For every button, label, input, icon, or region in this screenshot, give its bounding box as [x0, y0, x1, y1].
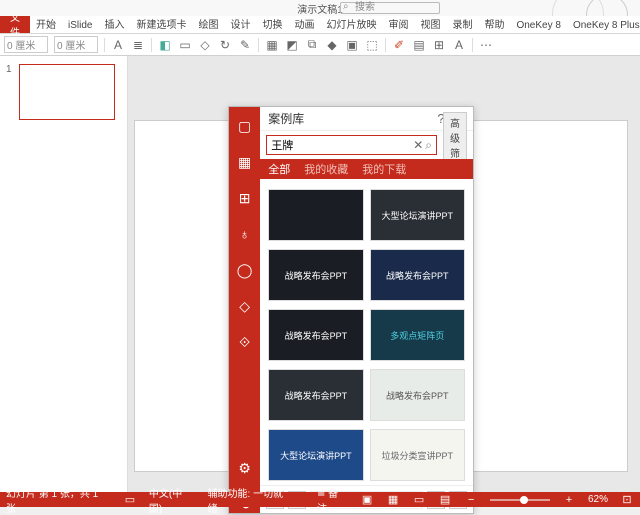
height-box[interactable]: 0 厘米 [4, 36, 48, 53]
accessibility-label[interactable]: 辅助功能: 一切就绪 [208, 485, 293, 515]
status-icon[interactable]: ▭ [123, 493, 137, 506]
slideshow-view-icon[interactable]: ▤ [438, 493, 452, 506]
separator [151, 38, 152, 52]
template-card[interactable]: 大型论坛演讲PPT [370, 189, 465, 241]
ribbon-tab[interactable]: 新建选项卡 [130, 14, 192, 33]
search-icon[interactable]: ⌕ [425, 138, 432, 153]
separator [472, 38, 473, 52]
rotate-icon[interactable]: ↻ [218, 38, 232, 52]
separator [104, 38, 105, 52]
titlebar-search[interactable]: 搜索 [340, 2, 440, 14]
width-box[interactable]: 0 厘米 [54, 36, 98, 53]
search-box[interactable]: ✕ ⌕ [266, 135, 437, 155]
zoom-slider[interactable] [490, 499, 550, 501]
document-title: 演示文稿1 [297, 1, 343, 16]
template-card[interactable]: 战略发布会PPT [268, 309, 363, 361]
template-card[interactable]: 战略发布会PPT [370, 249, 465, 301]
template-grid[interactable]: 大型论坛演讲PPT战略发布会PPT战略发布会PPT战略发布会PPT多观点矩阵页战… [260, 179, 473, 485]
search-input[interactable] [271, 139, 413, 151]
ribbon-tab[interactable]: 切换 [256, 14, 288, 33]
ribbon-tab[interactable]: 录制 [446, 14, 478, 33]
shape-outline-icon[interactable]: ◇ [198, 38, 212, 52]
titlebar-decoration [524, 0, 634, 16]
file-tab[interactable]: 文件 [0, 15, 30, 33]
settings-icon[interactable]: ⚙ [236, 459, 254, 477]
edit-icon[interactable]: ✎ [238, 38, 252, 52]
notes-button[interactable]: ≐ 备注 [317, 485, 348, 515]
bookmark-icon[interactable]: ▢ [236, 117, 254, 135]
ribbon-tab[interactable]: 开始 [30, 14, 62, 33]
hierarchy-icon[interactable]: ♁ [236, 225, 254, 243]
panel-header: 案例库 ? ✕ [260, 107, 473, 131]
tab-favorites[interactable]: 我的收藏 [304, 161, 348, 177]
ribbon-tab[interactable]: 设计 [224, 14, 256, 33]
tool-icon[interactable]: ⬚ [365, 38, 379, 52]
slide-thumbnails[interactable]: 1 [0, 56, 128, 492]
ribbon-tab[interactable]: iSlide [62, 18, 98, 33]
panel-sidebar: ▢ ▦ ⊞ ♁ ◯ ◇ ⟐ ⚙ ⟲ [229, 107, 260, 513]
ribbon-tab[interactable]: 帮助 [478, 14, 510, 33]
align-icon[interactable]: ▤ [412, 38, 426, 52]
ribbon-tab[interactable]: 审阅 [382, 14, 414, 33]
panel-main: 案例库 ? ✕ ✕ ⌕ 高级筛选 全部 我的收藏 我的下载 大型论坛演讲PPT战… [260, 107, 473, 513]
layout-icon[interactable]: ▦ [236, 153, 254, 171]
template-card[interactable] [268, 189, 363, 241]
ribbon-tab[interactable]: 动画 [288, 14, 320, 33]
tool-icon[interactable]: ▣ [345, 38, 359, 52]
template-card[interactable]: 战略发布会PPT [268, 249, 363, 301]
sorter-view-icon[interactable]: ▦ [386, 493, 400, 506]
shape-fill-icon[interactable]: ◧ [158, 38, 172, 52]
font-color-icon[interactable]: A [111, 38, 125, 52]
ribbon-tab[interactable]: OneKey 8 [510, 18, 566, 33]
more-icon[interactable]: ⋯ [479, 38, 493, 52]
status-bar: 幻灯片 第 1 张，共 1 张 ▭ 中文(中国) 辅助功能: 一切就绪 ≐ 备注… [0, 492, 640, 507]
template-card[interactable]: 战略发布会PPT [370, 369, 465, 421]
template-card[interactable]: 垃圾分类宣讲PPT [370, 429, 465, 481]
tool-icon[interactable]: ◆ [325, 38, 339, 52]
slide-number: 1 [6, 64, 12, 75]
slide-count-label: 幻灯片 第 1 张，共 1 张 [6, 485, 111, 515]
panel-filter-tabs: 全部 我的收藏 我的下载 [260, 159, 473, 179]
separator [258, 38, 259, 52]
tool-icon[interactable]: ▦ [265, 38, 279, 52]
zoom-in-icon[interactable]: + [562, 494, 576, 506]
ribbon-tabs: 文件 开始iSlide插入新建选项卡绘图设计切换动画幻灯片放映审阅视图录制帮助O… [0, 16, 640, 34]
ribbon-tab[interactable]: 幻灯片放映 [320, 14, 382, 33]
reading-view-icon[interactable]: ▭ [412, 493, 426, 506]
tool-icon[interactable]: ⧉ [305, 38, 319, 52]
group-icon[interactable]: ⊞ [432, 38, 446, 52]
zoom-out-icon[interactable]: − [464, 494, 478, 506]
clear-icon[interactable]: ✕ [413, 138, 423, 152]
tab-all[interactable]: 全部 [268, 161, 290, 177]
ribbon-tab[interactable]: 插入 [98, 14, 130, 33]
list-icon[interactable]: ≣ [131, 38, 145, 52]
toolbar: 0 厘米 0 厘米 A ≣ ◧ ▭ ◇ ↻ ✎ ▦ ◩ ⧉ ◆ ▣ ⬚ ✐ ▤ … [0, 34, 640, 56]
globe-icon[interactable]: ◯ [236, 261, 254, 279]
normal-view-icon[interactable]: ▣ [360, 493, 374, 506]
shape-tool-icon[interactable]: ▭ [178, 38, 192, 52]
tool-icon[interactable]: ◩ [285, 38, 299, 52]
slide-thumbnail[interactable] [19, 64, 115, 120]
fit-icon[interactable]: ⊡ [620, 493, 634, 506]
zoom-level[interactable]: 62% [588, 494, 608, 505]
ribbon-tab[interactable]: 绘图 [192, 14, 224, 33]
brush-icon[interactable]: ✐ [392, 38, 406, 52]
panel-title: 案例库 [268, 110, 433, 127]
title-bar: 演示文稿1 搜索 [0, 0, 640, 16]
shapes-icon[interactable]: ◇ [236, 297, 254, 315]
tab-downloads[interactable]: 我的下载 [362, 161, 406, 177]
grid-icon[interactable]: ⊞ [236, 189, 254, 207]
ribbon-tab[interactable]: 视图 [414, 14, 446, 33]
template-card[interactable]: 大型论坛演讲PPT [268, 429, 363, 481]
separator [385, 38, 386, 52]
ribbon-tab[interactable]: OneKey 8 Plus [567, 18, 640, 33]
template-card[interactable]: 多观点矩阵页 [370, 309, 465, 361]
language-label[interactable]: 中文(中国) [149, 485, 196, 515]
text-box-icon[interactable]: A [452, 38, 466, 52]
template-card[interactable]: 战略发布会PPT [268, 369, 363, 421]
rocket-icon[interactable]: ⟐ [236, 333, 254, 351]
panel-search-row: ✕ ⌕ 高级筛选 [260, 131, 473, 159]
workspace: 1 ▢ ▦ ⊞ ♁ ◯ ◇ ⟐ ⚙ ⟲ 案例库 ? ✕ [0, 56, 640, 492]
library-panel: ▢ ▦ ⊞ ♁ ◯ ◇ ⟐ ⚙ ⟲ 案例库 ? ✕ ✕ ⌕ 高级筛 [228, 106, 474, 514]
